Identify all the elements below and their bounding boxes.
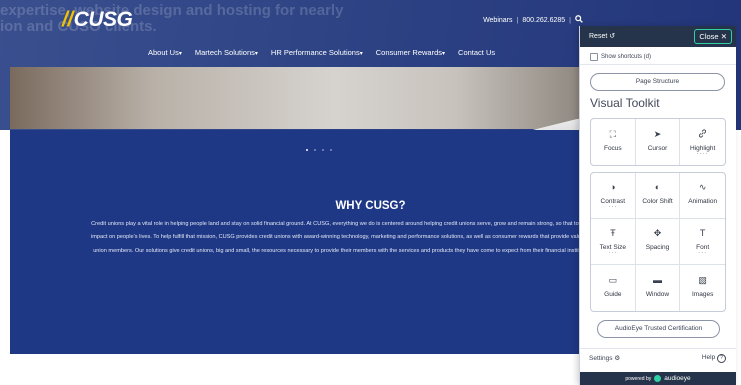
images-tool[interactable]: ▧ Images — [680, 265, 725, 311]
search-icon[interactable] — [575, 15, 583, 25]
font-tool[interactable]: T Font ··· — [680, 219, 725, 265]
toolkit-grid-main: ◑ Contrast ··· ◐ Color Shift ∿ Animation… — [590, 172, 726, 312]
close-icon: ✕ — [720, 32, 727, 41]
contrast-tool[interactable]: ◑ Contrast ··· — [591, 173, 636, 219]
accessibility-toolkit-panel: Reset ↺ Close ✕ Show shortcuts (d) Page … — [579, 26, 736, 385]
arm-shape — [437, 117, 593, 130]
carousel-dots — [306, 149, 332, 151]
nav-label: About Us — [148, 48, 179, 57]
hero-headline: expertise, website design and hosting fo… — [0, 3, 343, 35]
focus-tool[interactable]: ⛶ Focus — [591, 119, 636, 165]
trusted-certification-button[interactable]: AudioEye Trusted Certification — [597, 320, 720, 338]
audioeye-logo-icon — [654, 375, 662, 382]
spacing-icon: ✥ — [653, 228, 662, 238]
nav-item-hr-performance[interactable]: HR Performance Solutions▾ — [271, 48, 363, 57]
window-icon: ▬ — [652, 274, 662, 285]
nav-item-martech-solutions[interactable]: Martech Solutions▾ — [195, 48, 258, 57]
cursor-tool[interactable]: ➤ Cursor — [636, 119, 681, 165]
help-button[interactable]: Help ? — [702, 354, 726, 363]
close-button[interactable]: Close ✕ — [694, 29, 732, 44]
audioeye-brand[interactable]: audioeye — [664, 375, 690, 382]
reset-button[interactable]: Reset ↺ — [589, 32, 615, 40]
nav-item-consumer-rewards[interactable]: Consumer Rewards▾ — [376, 48, 445, 57]
reset-icon: ↺ — [609, 33, 616, 40]
phone-link[interactable]: 800.262.6285 — [522, 17, 565, 24]
color-shift-icon: ◐ — [654, 182, 661, 192]
hero-headline-line-2: ion and CUSO clients. — [0, 18, 157, 35]
tool-label: Color Shift — [642, 198, 673, 205]
carousel-dot[interactable] — [314, 149, 316, 151]
powered-by-bar: powered by audioeye — [580, 372, 736, 385]
animation-tool[interactable]: ∿ Animation — [680, 173, 725, 219]
carousel-dot[interactable] — [330, 149, 332, 151]
guide-tool[interactable]: ▭ Guide — [591, 265, 636, 311]
shortcuts-label: Show shortcuts (d) — [601, 54, 652, 60]
tool-label: Window — [645, 290, 670, 298]
visual-toolkit-title: Visual Toolkit — [590, 96, 660, 110]
utility-divider: | — [569, 16, 571, 24]
powered-by-label: powered by — [625, 375, 652, 382]
focus-icon: ⛶ — [609, 128, 616, 139]
nav-item-about-us[interactable]: About Us▾ — [148, 48, 182, 57]
tool-label: Guide — [604, 290, 622, 298]
page-structure-button[interactable]: Page Structure — [590, 73, 725, 91]
highlight-tool[interactable]: Highlight ···· — [680, 119, 725, 165]
text-size-icon: Ŧ — [610, 228, 616, 238]
utility-bar: Webinars | 800.262.6285 | — [483, 15, 583, 25]
toolkit-header: Reset ↺ Close ✕ — [580, 26, 736, 47]
level-indicator: ··· — [698, 250, 708, 256]
help-icon-glyph: ? — [719, 355, 724, 361]
footer-divider — [580, 348, 736, 349]
divider — [580, 64, 736, 65]
tool-label: Focus — [603, 144, 622, 152]
guide-icon: ▭ — [608, 274, 618, 285]
color-shift-tool[interactable]: ◐ Color Shift — [635, 173, 681, 219]
shortcuts-checkbox[interactable] — [590, 53, 598, 61]
font-icon: T — [699, 228, 706, 238]
animation-icon: ∿ — [698, 182, 707, 192]
toolkit-grid-top: ⛶ Focus ➤ Cursor Highlight ···· — [590, 118, 726, 166]
level-indicator: ··· — [608, 204, 618, 210]
level-indicator: ··· — [608, 250, 618, 256]
contrast-icon: ◑ — [610, 182, 616, 192]
chevron-down-icon: ▾ — [359, 51, 363, 57]
tool-label: Cursor — [647, 144, 668, 152]
spacing-tool[interactable]: ✥ Spacing — [635, 219, 681, 265]
hero-headline-line-1: expertise, website design and hosting fo… — [0, 2, 344, 19]
why-body-text: Credit unions play a vital role in helpi… — [91, 221, 637, 254]
nav-label: Martech Solutions — [194, 48, 255, 57]
chevron-down-icon: ▾ — [254, 51, 258, 57]
nav-label: HR Performance Solutions — [270, 48, 360, 57]
carousel-dot[interactable] — [322, 149, 324, 151]
tool-label: Images — [692, 290, 714, 298]
nav-label: Consumer Rewards — [375, 48, 443, 57]
main-nav: About Us▾ Martech Solutions▾ HR Performa… — [148, 48, 495, 57]
chevron-down-icon: ▾ — [442, 51, 446, 57]
carousel-dot[interactable] — [306, 149, 308, 151]
help-icon: ? — [717, 354, 726, 363]
cursor-icon: ➤ — [653, 128, 662, 139]
close-label: Close — [699, 32, 719, 41]
chevron-down-icon: ▾ — [178, 51, 182, 57]
reset-label: Reset — [589, 33, 608, 40]
tool-label: Spacing — [645, 244, 670, 251]
nav-item-contact-us[interactable]: Contact Us — [458, 48, 495, 57]
logo-swoosh-icon: // — [62, 8, 73, 31]
webinars-link[interactable]: Webinars — [483, 17, 512, 24]
images-icon: ▧ — [698, 274, 707, 285]
nav-label: Contact Us — [458, 48, 496, 57]
level-indicator: ···· — [696, 150, 709, 157]
utility-divider: | — [516, 16, 519, 24]
help-label: Help — [701, 354, 716, 361]
gear-icon: ⚙ — [614, 355, 621, 362]
settings-label: Settings — [589, 355, 613, 362]
settings-button[interactable]: Settings ⚙ — [589, 354, 620, 362]
window-tool[interactable]: ▬ Window — [636, 265, 681, 311]
show-shortcuts-toggle[interactable]: Show shortcuts (d) — [590, 53, 651, 61]
logo-text: CUSG — [73, 8, 133, 31]
tool-label: Animation — [688, 198, 718, 205]
cusg-logo[interactable]: //CUSG — [62, 8, 133, 32]
link-icon — [698, 128, 707, 140]
text-size-tool[interactable]: Ŧ Text Size ··· — [591, 219, 636, 265]
